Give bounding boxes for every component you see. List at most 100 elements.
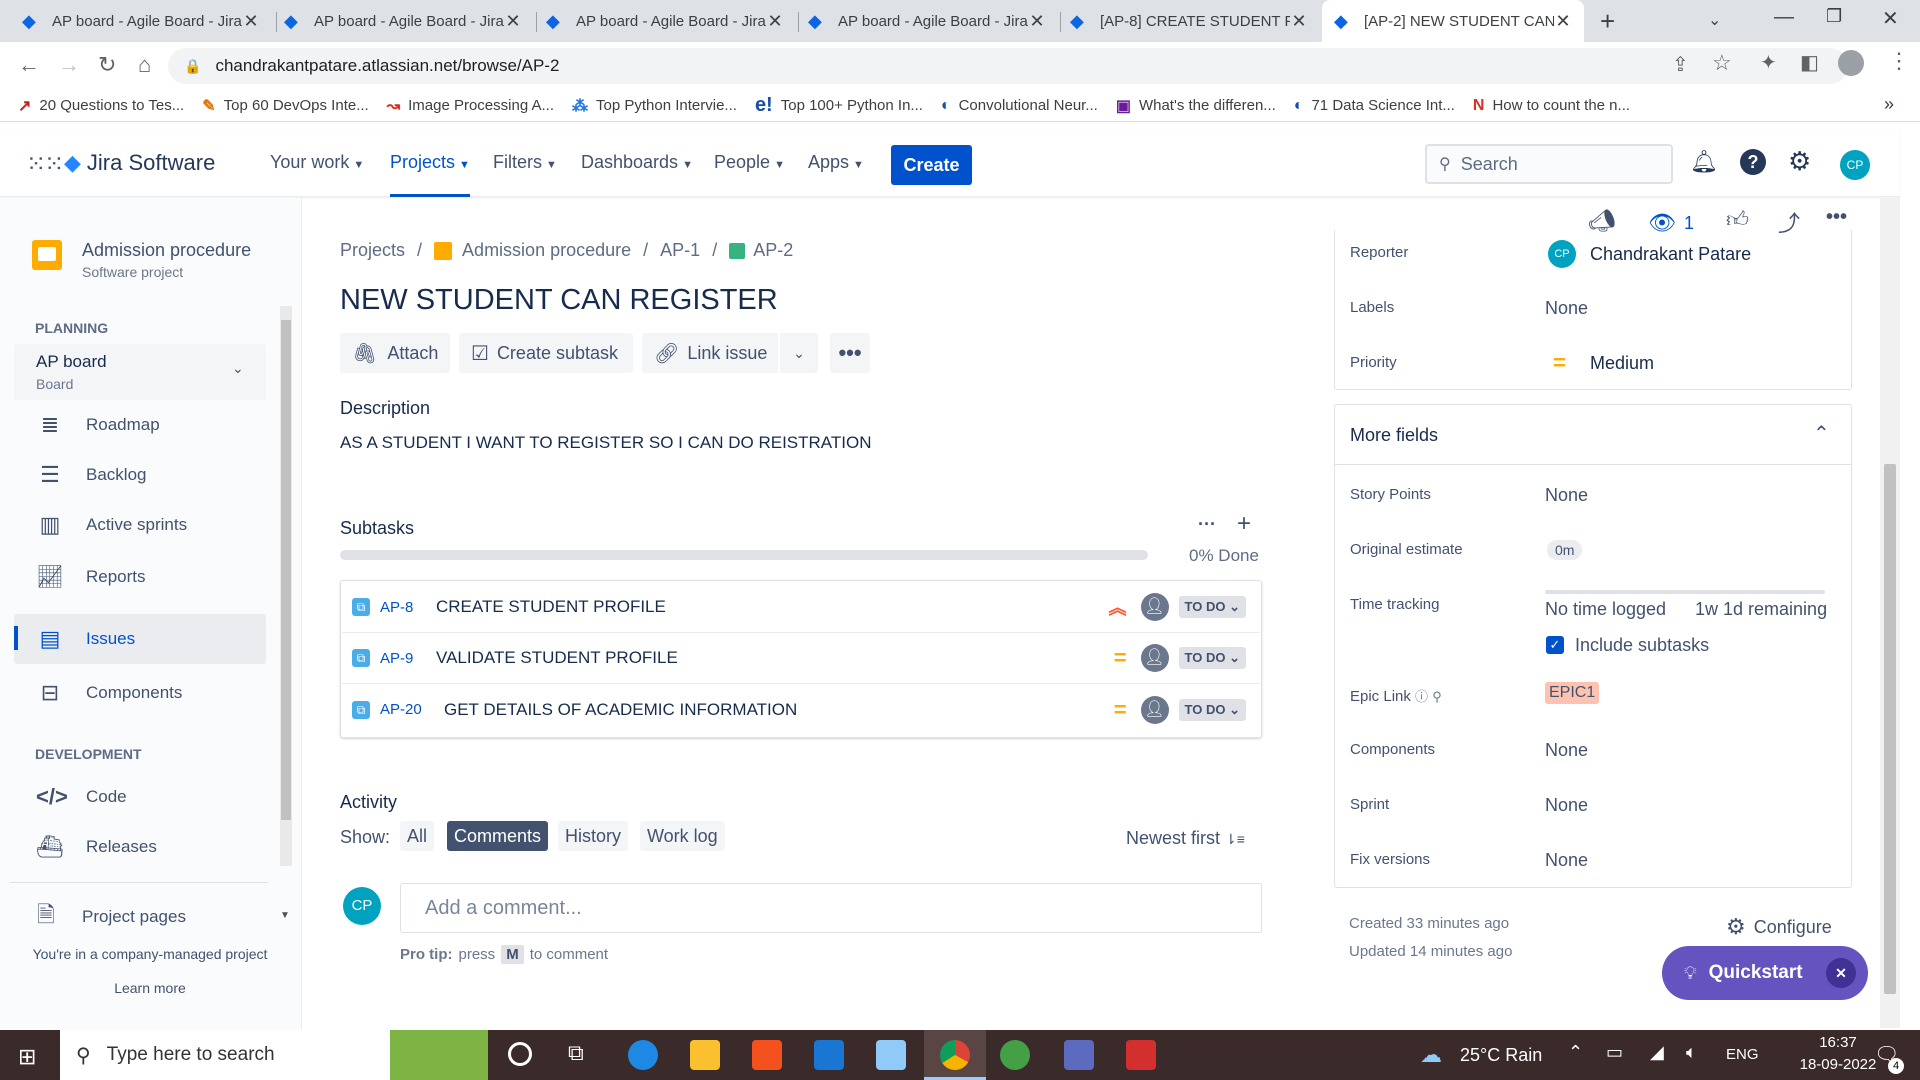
more-icon[interactable]: ••• [1826,206,1847,229]
show-hidden-icons[interactable]: ⌃ [1568,1042,1583,1063]
subtask-row[interactable]: ⧉ AP-20 GET DETAILS OF ACADEMIC INFORMAT… [340,684,1260,735]
breadcrumb-parent[interactable]: AP-1 [660,240,700,261]
restore-button[interactable]: ❐ [1826,6,1842,27]
reload-icon[interactable]: ↻ [98,52,116,78]
sort-newest-first[interactable]: Newest first ⇂≡ [1126,828,1245,849]
sidebar-item-issues[interactable]: ▤ Issues [14,614,266,664]
include-subtasks-checkbox[interactable]: ✓ [1546,636,1564,654]
unassigned-avatar-icon[interactable]: 👤︎ [1140,644,1169,672]
breadcrumb-project[interactable]: Admission procedure [462,240,631,261]
breadcrumb-projects[interactable]: Projects [340,240,405,261]
add-comment-input[interactable]: Add a comment... [400,883,1262,933]
close-tab-icon[interactable]: ✕ [1554,11,1572,32]
user-avatar[interactable]: CP [1840,150,1870,180]
subtask-summary[interactable]: VALIDATE STUDENT PROFILE [436,648,1114,668]
quickstart-button[interactable]: 💡︎ Quickstart ✕ [1662,946,1868,1000]
add-subtask-icon[interactable]: + [1237,510,1251,538]
bookmark-item[interactable]: ✎ Top 60 DevOps Inte... [202,96,368,116]
browser-tab[interactable]: ◆[AP-8] CREATE STUDENT PROFILE✕ [1058,0,1320,42]
subtask-row[interactable]: ⧉ AP-8 CREATE STUDENT PROFILE ︽ 👤︎ TO DO… [340,582,1260,633]
close-tab-icon[interactable]: ✕ [766,11,784,32]
original-estimate-value[interactable]: 0m [1547,540,1583,560]
settings-gear-icon[interactable]: ⚙ [1788,146,1811,177]
extensions-icon[interactable]: ✦ [1760,50,1777,75]
subtask-summary[interactable]: GET DETAILS OF ACADEMIC INFORMATION [444,700,1114,720]
mail-icon[interactable] [814,1040,844,1070]
spring-tool-icon[interactable] [1000,1040,1030,1070]
clock-time[interactable]: 16:37 [1790,1034,1886,1051]
browser-tab[interactable]: ◆ AP board - Agile Board - Jira ✕ [272,0,534,42]
teams-icon[interactable] [1064,1040,1094,1070]
story-points-value[interactable]: None [1545,485,1588,506]
more-fields-header[interactable]: More fields ⌃ [1335,405,1851,465]
home-icon[interactable]: ⌂ [138,52,151,78]
task-view-icon[interactable]: ⧉ [568,1040,584,1066]
close-tab-icon[interactable]: ✕ [1290,11,1308,32]
bookmark-item[interactable]: ↗ 20 Questions to Tes... [18,96,184,116]
reporter-value[interactable]: Chandrakant Patare [1590,244,1751,265]
filter-all[interactable]: All [400,821,435,851]
filter-comments[interactable]: Comments [447,821,549,851]
sidebar-scrollbar[interactable] [280,306,292,866]
help-icon[interactable]: ? [1740,149,1766,175]
attach-button[interactable]: 🖇︎ Attach [340,333,450,373]
nav-apps[interactable]: Apps ▼ [808,152,864,173]
sidebar-item-project-pages[interactable]: 🗎 Project pages [14,894,266,940]
forward-icon[interactable]: → [58,52,80,78]
subtask-key[interactable]: AP-20 [380,701,444,718]
close-tab-icon[interactable]: ✕ [242,11,260,32]
battery-icon[interactable]: ▭ [1606,1042,1623,1063]
subtasks-more-icon[interactable]: ··· [1198,514,1216,535]
close-icon[interactable]: ✕ [1826,958,1856,988]
browser-tab[interactable]: ◆ AP board - Agile Board - Jira ✕ [10,0,272,42]
search-input[interactable]: ⚲ Search [1425,144,1673,184]
sidebar-item-reports[interactable]: 📈︎ Reports [14,552,266,602]
status-dropdown[interactable]: TO DO ⌄ [1178,647,1246,669]
thumbs-up-icon[interactable]: 👍︎ [1726,206,1749,233]
nav-filters[interactable]: Filters ▼ [493,152,557,173]
windows-start-icon[interactable]: ⊞ [18,1044,36,1070]
browser-tab[interactable]: ◆ AP board - Agile Board - Jira ✕ [796,0,1058,42]
sidebar-item-releases[interactable]: ⛴ Releases [14,822,266,872]
unassigned-avatar-icon[interactable]: 👤︎ [1140,695,1169,724]
nav-people[interactable]: People ▼ [714,152,785,173]
language-indicator[interactable]: ENG [1726,1046,1759,1063]
issue-title[interactable]: NEW STUDENT CAN REGISTER [340,284,778,317]
bookmark-item[interactable]: ◐ Convolutional Neur... [941,97,1098,115]
volume-icon[interactable]: 🔈︎ [1686,1042,1697,1063]
share-icon[interactable]: ⇪ [1672,52,1689,77]
bookmark-item[interactable]: ◐ 71 Data Science Int... [1294,97,1455,115]
filter-history[interactable]: History [558,821,629,851]
learn-more-link[interactable]: Learn more [0,980,300,996]
subtask-summary[interactable]: CREATE STUDENT PROFILE [436,597,1109,617]
subtask-key[interactable]: AP-9 [380,650,436,667]
profile-icon[interactable] [1838,50,1864,76]
epic-link-lozenge[interactable]: EPIC1 [1545,682,1600,704]
sidebar-item-active-sprints[interactable]: ▥ Active sprints [14,500,266,550]
close-tab-icon[interactable]: ✕ [504,11,522,32]
fix-versions-value[interactable]: None [1545,850,1588,871]
priority-value[interactable]: Medium [1590,353,1654,374]
acrobat-icon[interactable] [1126,1040,1156,1070]
unassigned-avatar-icon[interactable]: 👤︎ [1140,593,1169,621]
taskbar-search-box[interactable]: ⚲ Type here to search [60,1030,488,1080]
clock-date[interactable]: 18-09-2022 [1790,1056,1886,1073]
scroll-down-arrow-icon[interactable]: ▼ [280,910,290,921]
minimize-button[interactable]: — [1774,6,1794,29]
edge-icon[interactable] [628,1040,658,1070]
sidebar-item-code[interactable]: </> Code [14,772,266,822]
close-window-button[interactable]: ✕ [1882,6,1899,31]
browser-menu-icon[interactable]: ⋮ [1888,48,1910,74]
bookmark-item[interactable]: ⁂ Top Python Intervie... [572,96,737,116]
create-button[interactable]: Create [891,145,972,185]
configure-button[interactable]: ⚙ Configure [1726,914,1832,940]
weather-text[interactable]: 25°C Rain [1460,1045,1542,1066]
time-remaining[interactable]: 1w 1d remaining [1695,599,1827,620]
chrome-taskbar-active[interactable] [924,1030,986,1080]
file-explorer-icon[interactable] [690,1040,720,1070]
link-issue-dropdown[interactable]: ⌄ [780,333,818,373]
labels-value[interactable]: None [1545,298,1588,319]
nav-projects[interactable]: Projects ▼ [390,152,470,197]
components-value[interactable]: None [1545,740,1588,761]
more-actions-button[interactable]: ••• [830,333,870,373]
